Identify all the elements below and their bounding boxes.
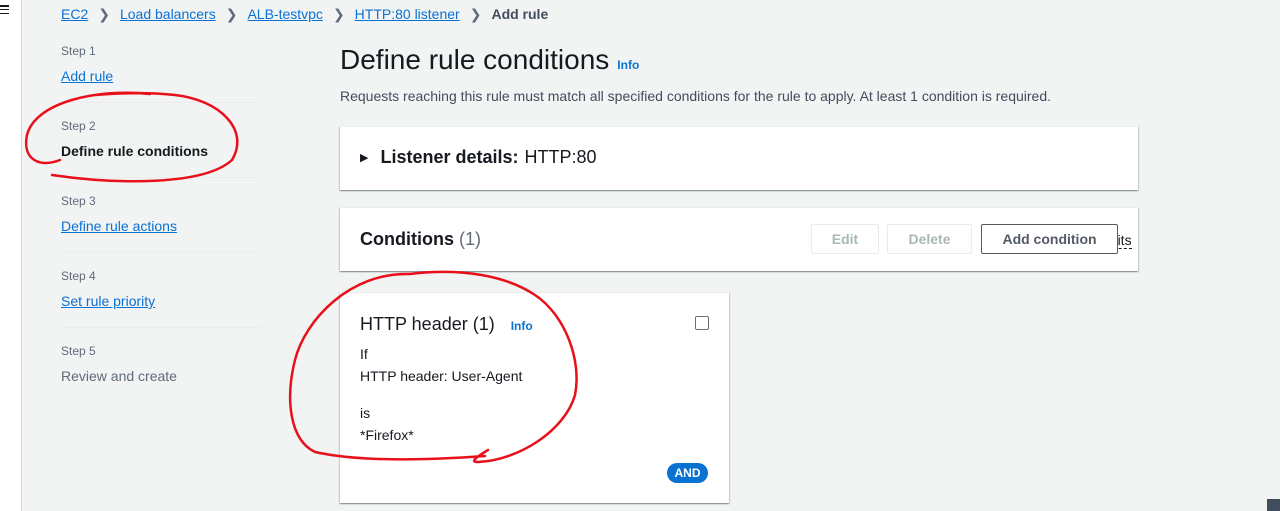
listener-details-label: Listener details: (380, 147, 519, 167)
step-link-define-actions[interactable]: Define rule actions (61, 217, 177, 235)
chevron-right-icon: ❯ (98, 5, 110, 22)
conditions-container: Conditions (1) Rule limits Edit Delete A… (340, 207, 1138, 271)
step-5: Step 5 Review and create (61, 344, 260, 386)
condition-header-name: HTTP header: User-Agent (360, 368, 523, 384)
caret-right-icon: ▶ (360, 152, 369, 164)
breadcrumb-listener[interactable]: HTTP:80 listener (355, 6, 460, 22)
step-1: Step 1 Add rule (61, 44, 260, 86)
info-link[interactable]: Info (617, 58, 639, 72)
breadcrumb-load-balancers[interactable]: Load balancers (120, 6, 216, 22)
step-3: Step 3 Define rule actions (61, 194, 260, 236)
side-navigation-gutter (0, 0, 22, 511)
conditions-count: (1) (459, 229, 481, 249)
condition-card-http-header: HTTP header (1) Info If HTTP header: Use… (340, 292, 729, 503)
conditions-title: Conditions (360, 229, 454, 249)
step-link-add-rule[interactable]: Add rule (61, 67, 113, 85)
condition-card-heading: HTTP header (1) Info (360, 314, 533, 335)
add-condition-button[interactable]: Add condition (981, 224, 1118, 254)
edit-button[interactable]: Edit (811, 224, 879, 254)
step-number: Step 5 (61, 344, 96, 358)
delete-button[interactable]: Delete (887, 224, 972, 254)
chevron-right-icon: ❯ (332, 5, 345, 22)
step-number: Step 4 (61, 269, 96, 283)
condition-card-title: HTTP header (1) (360, 314, 495, 334)
listener-details-panel[interactable]: ▶ Listener details: HTTP:80 (340, 126, 1138, 190)
breadcrumb: EC2 ❯ Load balancers ❯ ALB-testvpc ❯ HTT… (61, 5, 549, 23)
wizard-steps: Step 1 Add rule Step 2 Define rule condi… (61, 44, 260, 386)
breadcrumb-alb[interactable]: ALB-testvpc (247, 6, 322, 22)
step-number: Step 2 (61, 119, 96, 133)
condition-value: *Firefox* (360, 427, 414, 443)
page-title: Define rule conditions (340, 44, 610, 75)
step-link-set-priority[interactable]: Set rule priority (61, 292, 155, 310)
breadcrumb-current: Add rule (491, 6, 549, 22)
scroll-corner (1267, 499, 1280, 511)
and-badge: AND (667, 463, 708, 483)
chevron-right-icon: ❯ (225, 5, 238, 22)
breadcrumb-ec2[interactable]: EC2 (61, 6, 88, 22)
divider (61, 327, 260, 328)
info-link[interactable]: Info (511, 319, 533, 333)
page-description: Requests reaching this rule must match a… (340, 88, 1052, 104)
step-number: Step 3 (61, 194, 96, 208)
condition-select-checkbox[interactable] (695, 316, 709, 330)
conditions-heading: Conditions (1) (360, 229, 481, 250)
menu-icon[interactable] (0, 5, 9, 14)
chevron-right-icon: ❯ (469, 5, 482, 22)
page-header: Define rule conditions Info (340, 44, 639, 76)
step-review-and-create: Review and create (61, 368, 177, 384)
listener-details-value: HTTP:80 (524, 147, 597, 167)
step-current-define-conditions: Define rule conditions (61, 143, 209, 159)
step-4: Step 4 Set rule priority (61, 269, 260, 311)
listener-details-toggle[interactable]: ▶ Listener details: HTTP:80 (360, 147, 597, 168)
condition-if-label: If (360, 346, 368, 362)
divider (61, 252, 260, 253)
divider (61, 102, 260, 103)
condition-is-label: is (360, 405, 371, 421)
step-number: Step 1 (61, 44, 96, 58)
step-2: Step 2 Define rule conditions (61, 119, 260, 161)
divider (61, 177, 260, 178)
